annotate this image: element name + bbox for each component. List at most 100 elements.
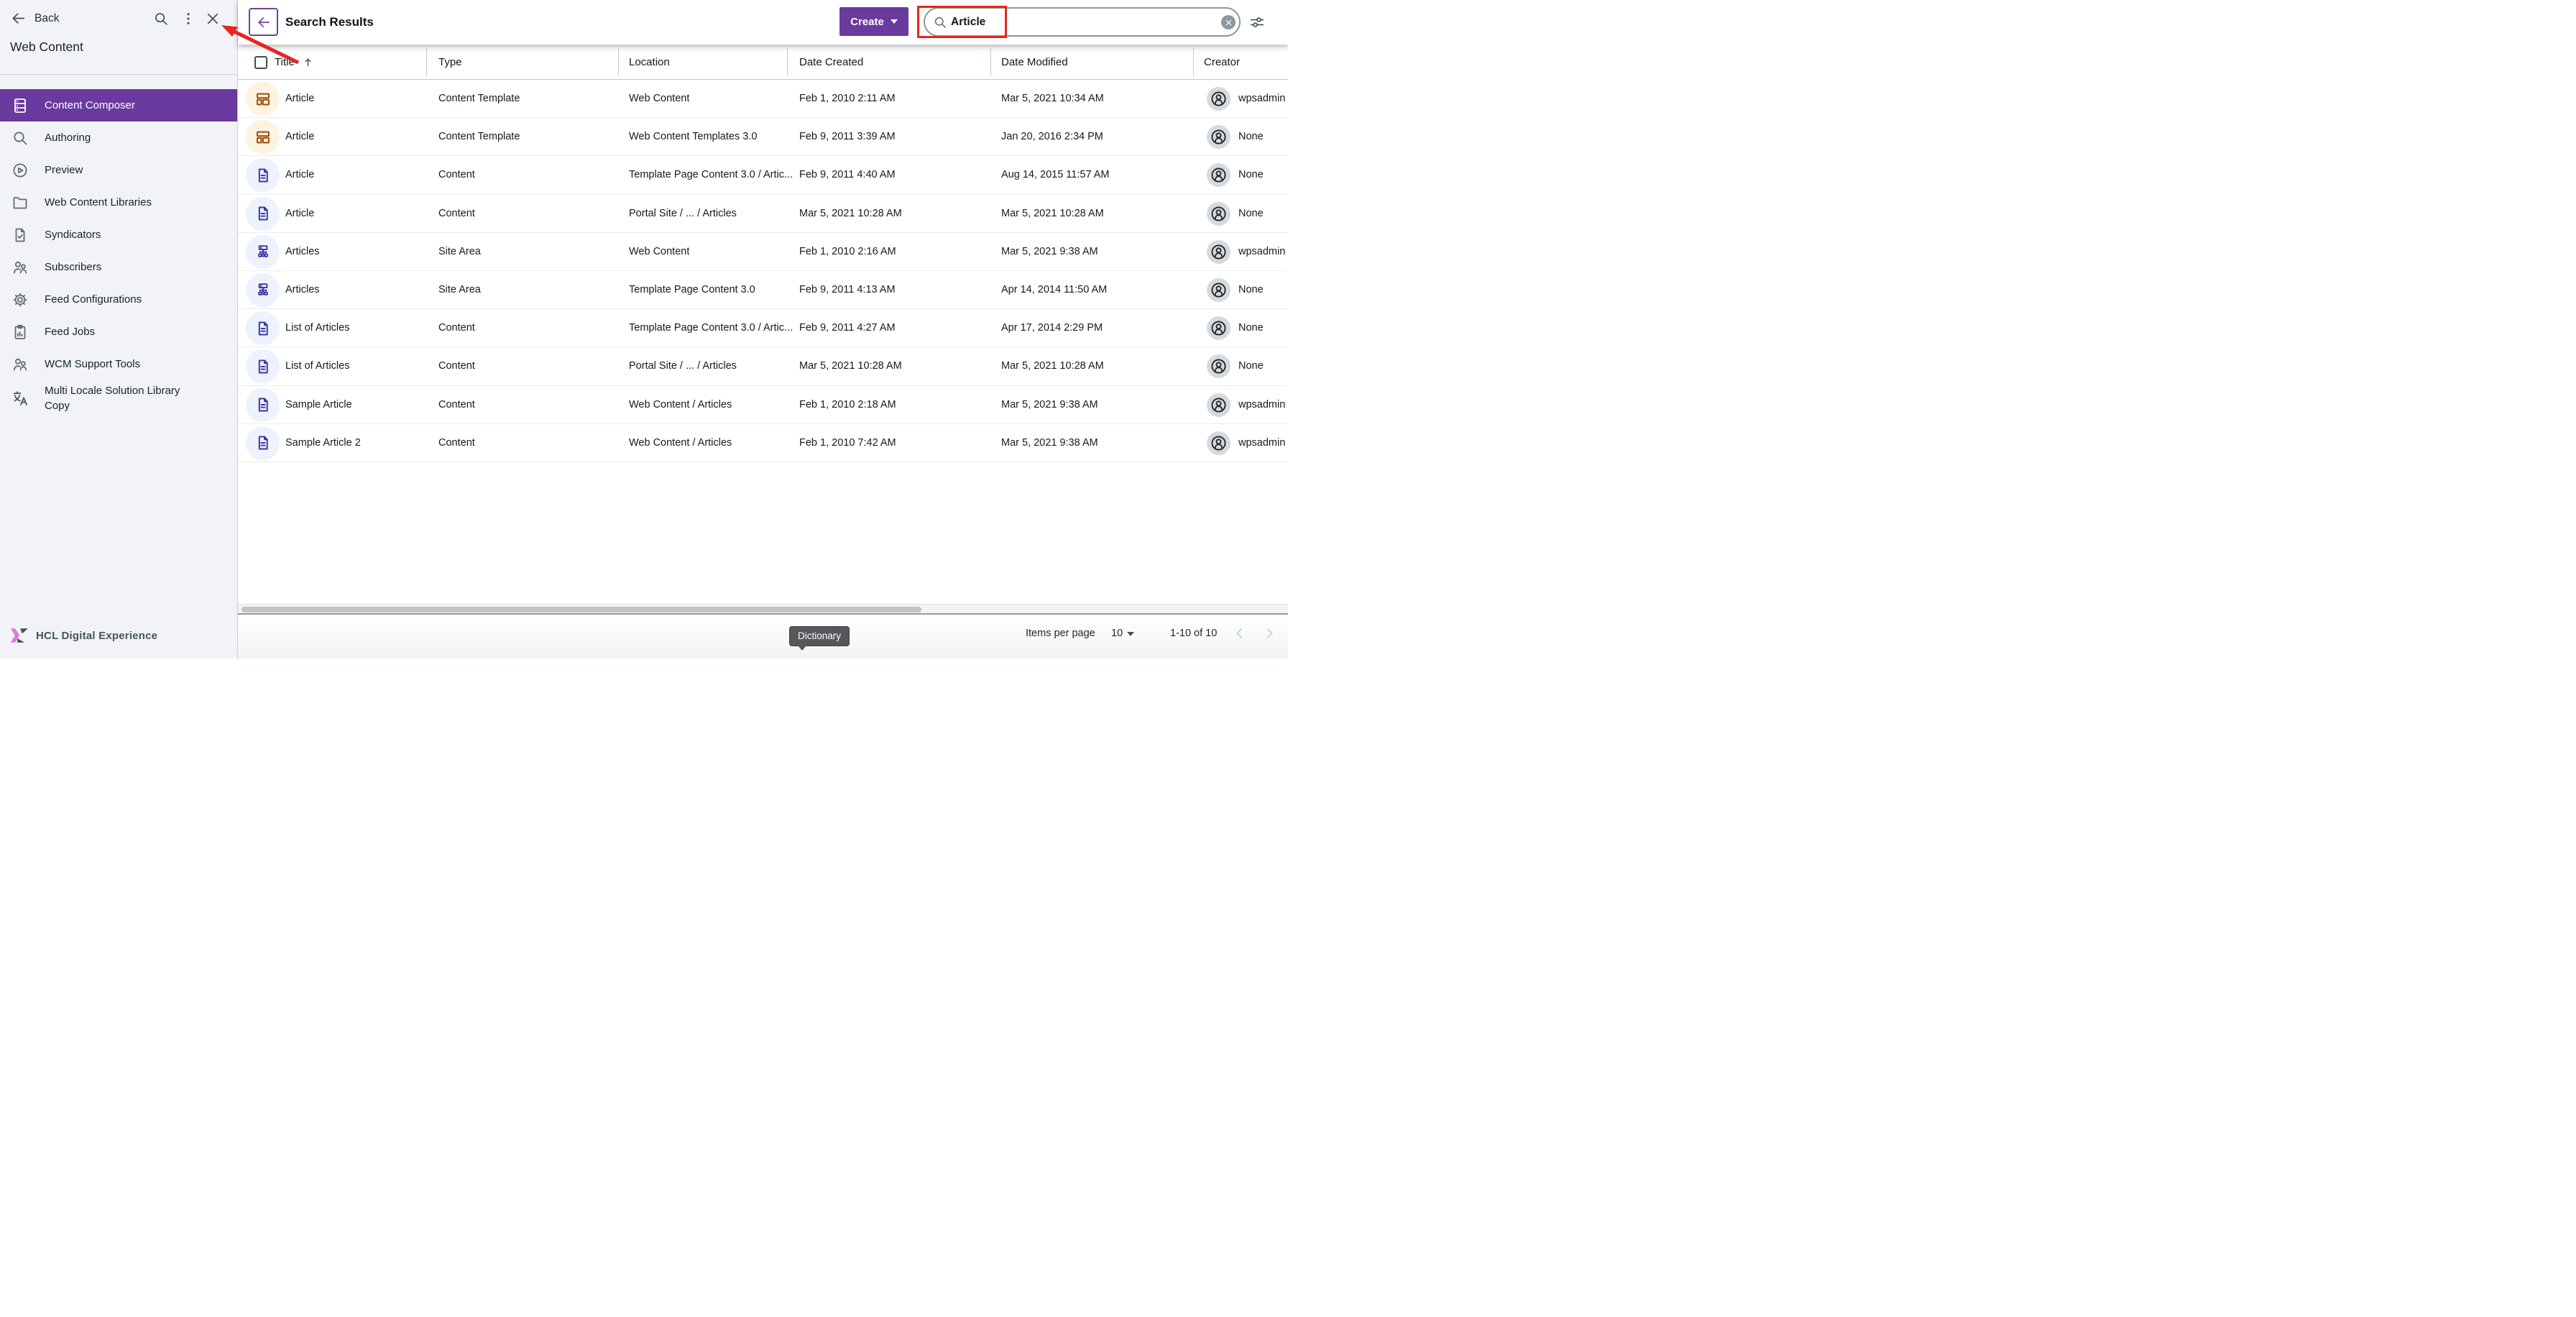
column-header-location[interactable]: Location bbox=[629, 45, 670, 80]
cell-type: Content Template bbox=[438, 80, 520, 118]
cell-type: Content Template bbox=[438, 118, 520, 156]
sidebar-item-label: Subscribers bbox=[45, 260, 101, 275]
cell-creator: None bbox=[1238, 309, 1264, 347]
cell-creator: wpsadmin bbox=[1238, 386, 1285, 424]
cell-date-created: Feb 1, 2010 7:42 AM bbox=[799, 424, 896, 462]
cell-type: Content bbox=[438, 424, 475, 462]
sidebar-item-subscribers[interactable]: Subscribers bbox=[0, 251, 237, 283]
cell-date-modified: Jan 20, 2016 2:34 PM bbox=[1001, 118, 1103, 156]
next-page-button[interactable] bbox=[1261, 625, 1277, 641]
pagination-bar: Items per page 10 1-10 of 10 bbox=[238, 615, 1288, 658]
column-header-creator[interactable]: Creator bbox=[1204, 45, 1240, 80]
cell-creator: None bbox=[1238, 347, 1264, 385]
search-icon[interactable] bbox=[153, 11, 169, 27]
table-row[interactable]: ArticleContentTemplate Page Content 3.0 … bbox=[238, 156, 1288, 194]
creator-avatar bbox=[1207, 87, 1230, 111]
sidebar-item-syndicators[interactable]: Syndicators bbox=[0, 219, 237, 251]
cell-date-modified: Mar 5, 2021 9:38 AM bbox=[1001, 233, 1098, 271]
close-icon[interactable] bbox=[205, 11, 221, 27]
table-row[interactable]: ArticleContent TemplateWeb Content Templ… bbox=[238, 118, 1288, 156]
table-row[interactable]: ArticlesSite AreaWeb ContentFeb 1, 2010 … bbox=[238, 233, 1288, 271]
caret-down-icon[interactable] bbox=[1127, 632, 1134, 636]
sidebar-item-feed-jobs[interactable]: Feed Jobs bbox=[0, 316, 237, 348]
back-label: Back bbox=[34, 12, 59, 25]
sidebar-item-wcm-support-tools[interactable]: WCM Support Tools bbox=[0, 348, 237, 380]
site-area-icon bbox=[246, 235, 280, 269]
creator-avatar bbox=[1207, 316, 1230, 340]
table-row[interactable]: ArticlesSite AreaTemplate Page Content 3… bbox=[238, 271, 1288, 309]
sidebar-nav: Content Composer Authoring PreviewWeb Cont… bbox=[0, 89, 237, 417]
overflow-menu-icon[interactable] bbox=[180, 11, 196, 27]
cell-date-modified: Mar 5, 2021 10:28 AM bbox=[1001, 195, 1104, 233]
cell-date-created: Feb 1, 2010 2:11 AM bbox=[799, 80, 896, 118]
cell-location: Web Content bbox=[629, 233, 689, 271]
cell-date-modified: Mar 5, 2021 10:34 AM bbox=[1001, 80, 1104, 118]
create-button[interactable]: Create bbox=[840, 7, 908, 36]
horizontal-scrollbar[interactable] bbox=[238, 604, 1288, 613]
search-field[interactable] bbox=[924, 7, 1241, 37]
table-row[interactable]: Sample Article 2ContentWeb Content / Art… bbox=[238, 424, 1288, 462]
results-back-button[interactable] bbox=[249, 8, 278, 36]
content-icon bbox=[246, 311, 280, 345]
close-icon bbox=[1225, 19, 1233, 27]
sort-ascending-icon[interactable] bbox=[302, 56, 314, 68]
cell-title: List of Articles bbox=[285, 309, 349, 347]
column-header-date-created[interactable]: Date Created bbox=[799, 45, 863, 80]
table-row[interactable]: List of ArticlesContentPortal Site / ...… bbox=[238, 347, 1288, 385]
cell-location: Portal Site / ... / Articles bbox=[629, 347, 737, 385]
table-row[interactable]: List of ArticlesContentTemplate Page Con… bbox=[238, 309, 1288, 347]
table-row[interactable]: ArticleContentPortal Site / ... / Articl… bbox=[238, 195, 1288, 233]
sidebar-item-authoring[interactable]: Authoring bbox=[0, 121, 237, 154]
column-header-type[interactable]: Type bbox=[438, 45, 462, 80]
column-divider bbox=[1193, 48, 1194, 76]
cell-location: Template Page Content 3.0 / Artic... bbox=[629, 156, 793, 194]
content-template-icon bbox=[246, 82, 280, 116]
column-header-title[interactable]: Title bbox=[254, 45, 314, 80]
back-arrow-icon bbox=[10, 10, 27, 27]
cell-title: Article bbox=[285, 195, 314, 233]
cell-date-created: Mar 5, 2021 10:28 AM bbox=[799, 195, 902, 233]
sidebar-item-feed-configurations[interactable]: Feed Configurations bbox=[0, 283, 237, 316]
people-icon bbox=[12, 356, 29, 373]
table-row[interactable]: ArticleContent TemplateWeb ContentFeb 1,… bbox=[238, 80, 1288, 118]
document-check-icon bbox=[12, 226, 29, 244]
cell-date-modified: Aug 14, 2015 11:57 AM bbox=[1001, 156, 1110, 194]
cell-creator: None bbox=[1238, 118, 1264, 156]
cell-type: Content bbox=[438, 347, 475, 385]
sidebar-item-label: Feed Jobs bbox=[45, 324, 95, 339]
sidebar-item-content-composer[interactable]: Content Composer bbox=[0, 89, 237, 121]
search-input[interactable] bbox=[951, 16, 1188, 29]
content-icon bbox=[246, 197, 280, 231]
sidebar-item-label: Feed Configurations bbox=[45, 292, 142, 307]
scrollbar-thumb[interactable] bbox=[242, 607, 921, 612]
clear-search-button[interactable] bbox=[1221, 15, 1236, 29]
sidebar-item-label: Authoring bbox=[45, 130, 91, 145]
items-per-page-select[interactable]: 10 bbox=[1111, 615, 1123, 652]
sidebar-divider bbox=[0, 74, 237, 75]
column-header-date-modified[interactable]: Date Modified bbox=[1001, 45, 1068, 80]
previous-page-button[interactable] bbox=[1232, 625, 1248, 641]
cell-date-modified: Apr 17, 2014 2:29 PM bbox=[1001, 309, 1103, 347]
table-body: Article Content Template Web Content Feb 1,… bbox=[238, 80, 1288, 462]
sidebar-item-multi-locale-solution-library-copy[interactable]: Multi Locale Solution Library Copy bbox=[0, 380, 237, 417]
translate-icon bbox=[12, 390, 29, 407]
sidebar-item-label: Multi Locale Solution Library Copy bbox=[45, 383, 201, 414]
cell-title: Sample Article bbox=[285, 386, 352, 424]
sidebar-item-preview[interactable]: Preview bbox=[0, 154, 237, 186]
select-all-checkbox[interactable] bbox=[254, 56, 267, 69]
table-row[interactable]: Sample ArticleContentWeb Content / Artic… bbox=[238, 386, 1288, 424]
back-button[interactable]: Back bbox=[10, 10, 59, 27]
cell-date-created: Mar 5, 2021 10:28 AM bbox=[799, 347, 902, 385]
cell-date-created: Feb 1, 2010 2:18 AM bbox=[799, 386, 896, 424]
filter-sliders-icon[interactable] bbox=[1249, 14, 1265, 30]
content-icon bbox=[246, 426, 280, 460]
items-per-page-label: Items per page bbox=[1026, 615, 1095, 652]
sidebar-item-web-content-libraries[interactable]: Web Content Libraries bbox=[0, 186, 237, 219]
play-circle-icon bbox=[12, 162, 29, 179]
content-template-icon bbox=[246, 120, 280, 154]
cell-creator: None bbox=[1238, 156, 1264, 194]
creator-avatar bbox=[1207, 240, 1230, 264]
cell-title: Article bbox=[285, 118, 314, 156]
sidebar-item-label: WCM Support Tools bbox=[45, 357, 140, 372]
app-window: Back Web Content Content Composer Authori… bbox=[0, 0, 1288, 658]
